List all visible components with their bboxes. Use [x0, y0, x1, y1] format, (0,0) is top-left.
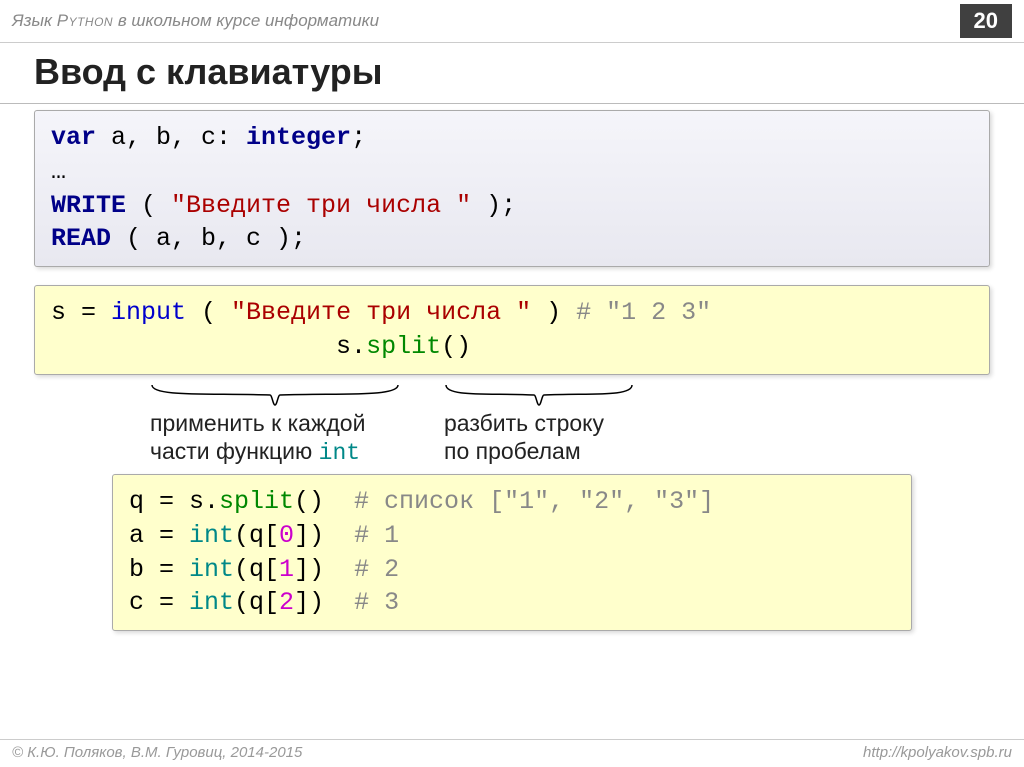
write-str: "Введите три числа ": [171, 191, 471, 220]
python-code-box-2: q = s.split() # список ["1", "2", "3"] a…: [112, 474, 912, 631]
fn-input: input: [111, 298, 186, 327]
p2-l4idx: 2: [279, 588, 294, 617]
p2-l3c: ]): [294, 555, 354, 584]
p2-l2idx: 0: [279, 521, 294, 550]
annotation-row: применить к каждой части функцию int раз…: [34, 383, 990, 469]
p2-l4cmt: # 3: [354, 588, 399, 617]
slide-title: Ввод с клавиатуры: [0, 43, 1024, 103]
kw-write: WRITE: [51, 191, 126, 220]
p2-l3a: b =: [129, 555, 189, 584]
p1-split-parens: (): [441, 332, 471, 361]
semicolon: ;: [351, 123, 366, 152]
footer-copyright: © К.Ю. Поляков, В.М. Гуровиц, 2014-2015: [12, 744, 302, 761]
annot-left-text: применить к каждой части функцию int: [150, 409, 400, 469]
p2-l1c: # список ["1", "2", "3"]: [354, 487, 714, 516]
content-area: var a, b, c: integer; … WRITE ( "Введите…: [0, 110, 1024, 631]
footer: © К.Ю. Поляков, В.М. Гуровиц, 2014-2015 …: [0, 739, 1024, 761]
annotation-left: применить к каждой части функцию int: [150, 383, 400, 469]
annot-left-l1: применить к каждой: [150, 410, 365, 436]
p2-l1b: (): [294, 487, 354, 516]
p2-l3idx: 1: [279, 555, 294, 584]
brace-left-icon: [150, 383, 400, 407]
annot-left-int: int: [319, 440, 360, 466]
p1-comment: # "1 2 3": [576, 298, 711, 327]
p2-l1a: q = s.: [129, 487, 219, 516]
p2-split: split: [219, 487, 294, 516]
write-close: );: [471, 191, 516, 220]
p2-l4c: ]): [294, 588, 354, 617]
subtitle-suffix: в школьном курсе информатики: [113, 11, 379, 30]
annot-left-l2a: части функцию: [150, 438, 319, 464]
p2-l3cmt: # 2: [354, 555, 399, 584]
p2-l3b: (q[: [234, 555, 279, 584]
python-code-box-1: s = input ( "Введите три числа " ) # "1 …: [34, 285, 990, 375]
annot-right-text: разбить строку по пробелам: [444, 409, 634, 467]
annot-right-l1: разбить строку: [444, 410, 604, 436]
brace-right-icon: [444, 383, 634, 407]
p2-l2int: int: [189, 521, 234, 550]
p2-l4a: c =: [129, 588, 189, 617]
p1-prompt: "Введите три числа ": [231, 298, 531, 327]
p1-close: ): [531, 298, 576, 327]
annot-right-l2: по пробелам: [444, 438, 581, 464]
kw-var: var: [51, 123, 96, 152]
p2-l3int: int: [189, 555, 234, 584]
p2-l2b: (q[: [234, 521, 279, 550]
header-bar: Язык Python в школьном курсе информатики…: [0, 0, 1024, 43]
footer-url: http://kpolyakov.spb.ru: [863, 744, 1012, 761]
kw-integer: integer: [246, 123, 351, 152]
p2-l2a: a =: [129, 521, 189, 550]
ellipsis: …: [51, 157, 66, 186]
p1-open: (: [186, 298, 231, 327]
subtitle-prefix: Язык: [12, 11, 57, 30]
decl-body: a, b, c:: [96, 123, 246, 152]
write-open: (: [126, 191, 171, 220]
read-args: ( a, b, c );: [111, 224, 306, 253]
header-subtitle: Язык Python в школьном курсе информатики: [12, 11, 379, 31]
p2-l4b: (q[: [234, 588, 279, 617]
kw-read: READ: [51, 224, 111, 253]
fn-split: split: [366, 332, 441, 361]
p1-lhs: s =: [51, 298, 111, 327]
page-number: 20: [960, 4, 1012, 38]
p2-l2cmt: # 1: [354, 521, 399, 550]
p2-l4int: int: [189, 588, 234, 617]
p2-l2c: ]): [294, 521, 354, 550]
annotation-right: разбить строку по пробелам: [444, 383, 634, 469]
divider: [0, 103, 1024, 104]
pascal-code-box: var a, b, c: integer; … WRITE ( "Введите…: [34, 110, 990, 267]
p1-indent: s.: [51, 332, 366, 361]
subtitle-lang: Python: [57, 11, 113, 30]
